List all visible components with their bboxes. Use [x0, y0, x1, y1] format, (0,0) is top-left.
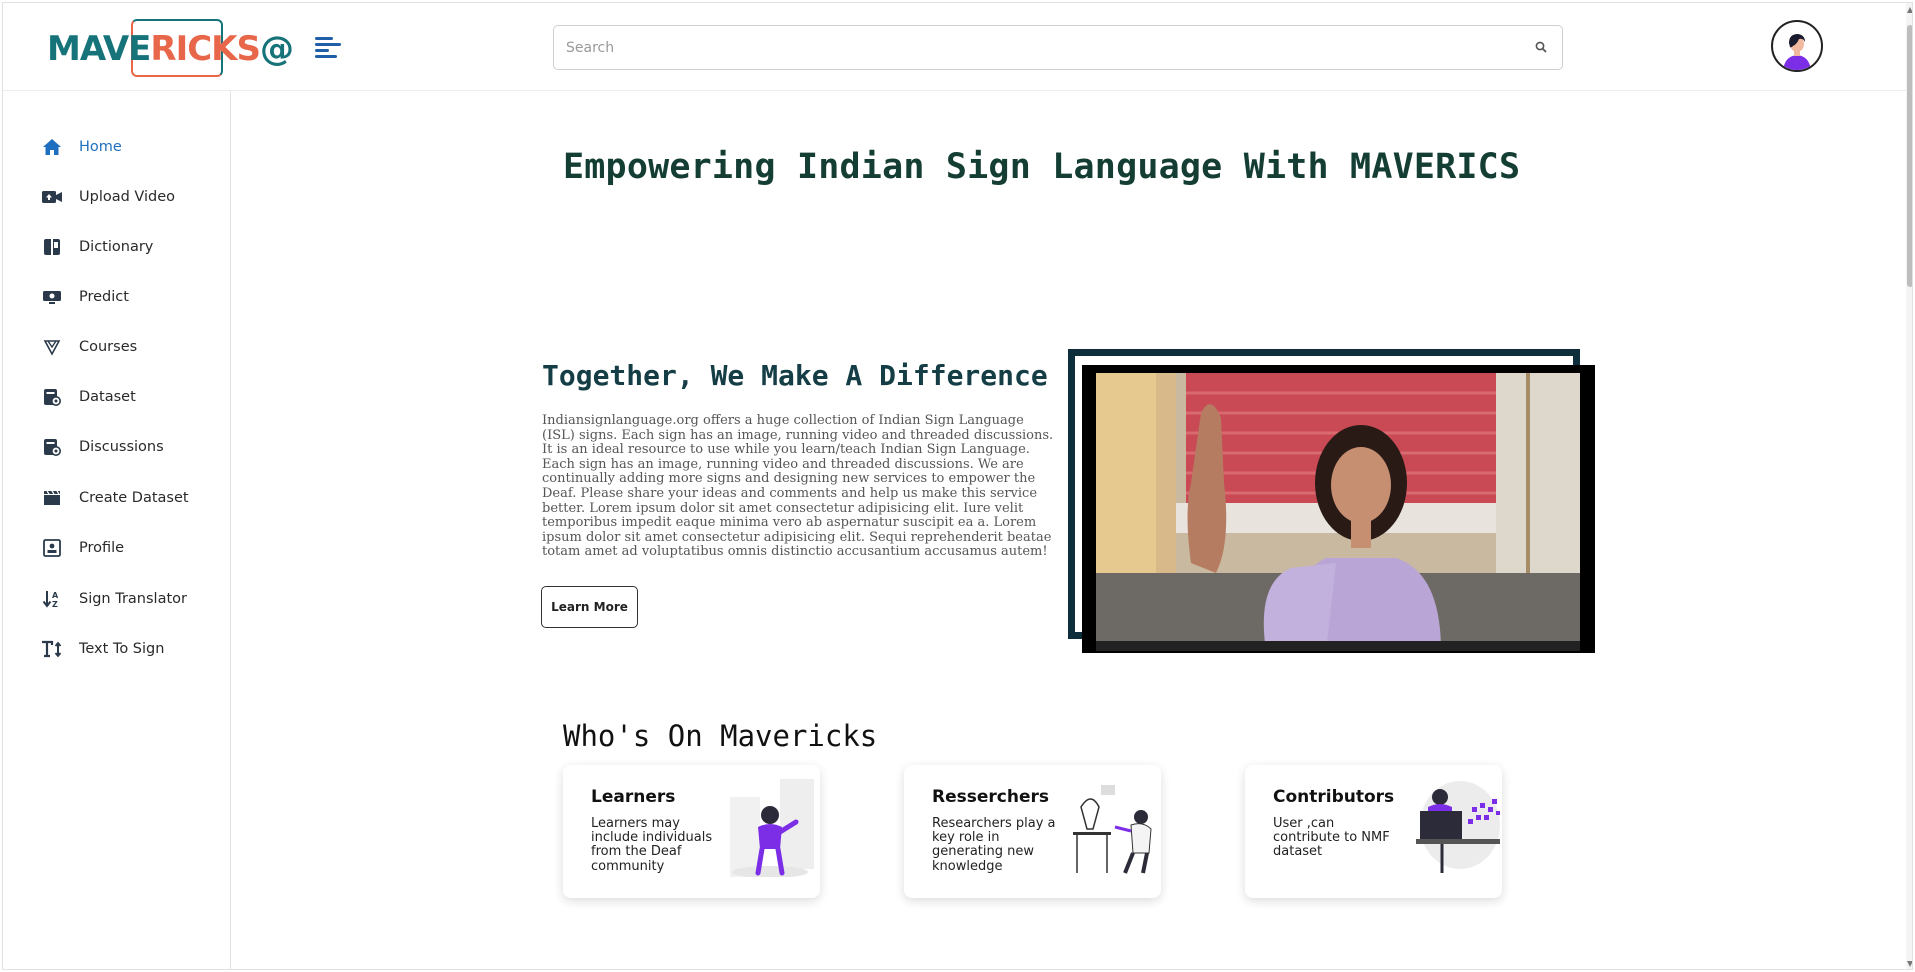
app-window: MAVERICKS@ Search Home Upload Video Dict…	[2, 2, 1913, 970]
sidebar-item-label: Create Dataset	[79, 490, 189, 506]
video-upload-icon	[41, 186, 63, 208]
sidebar-item-label: Courses	[79, 339, 138, 355]
sidebar-item-label: Upload Video	[79, 189, 176, 205]
predict-icon	[41, 286, 63, 308]
researcher-illustration-icon	[1073, 785, 1152, 874]
contributor-illustration-icon	[1416, 781, 1500, 873]
profile-icon	[41, 537, 63, 559]
sidebar-item-label: Text To Sign	[79, 641, 165, 657]
menu-toggle-icon[interactable]	[315, 37, 341, 59]
sidebar-item-create-dataset[interactable]: Create Dataset	[41, 483, 221, 513]
sidebar-item-label: Home	[79, 139, 122, 155]
user-avatar[interactable]	[1771, 20, 1823, 72]
contributors-card[interactable]: Contributors User ,can contribute to NMF…	[1245, 765, 1502, 898]
video-player[interactable]	[1082, 365, 1595, 653]
home-icon	[41, 136, 63, 158]
section-divider	[563, 969, 1583, 970]
dataset-icon	[41, 386, 63, 408]
sidebar-item-label: Dictionary	[79, 239, 154, 255]
sidebar-item-upload-video[interactable]: Upload Video	[41, 182, 221, 212]
book-icon	[41, 236, 63, 258]
top-header: MAVERICKS@	[3, 3, 1912, 91]
card-title: Learners	[591, 787, 676, 807]
sidebar-item-courses[interactable]: Courses	[41, 332, 221, 362]
sidebar-item-label: Predict	[79, 289, 129, 305]
sort-az-icon: AZ	[41, 588, 63, 610]
who-section-title: Who's On Mavericks	[563, 719, 878, 753]
card-description: Researchers play a key role in generatin…	[932, 816, 1056, 874]
card-description: User ,can contribute to NMF dataset	[1273, 816, 1390, 860]
sidebar-item-dataset[interactable]: Dataset	[41, 382, 221, 412]
svg-text:A: A	[52, 591, 59, 600]
clapper-icon	[41, 487, 63, 509]
scrollbar-thumb[interactable]	[1907, 25, 1912, 287]
sign-video-preview	[1096, 373, 1580, 651]
section-title: Together, We Make A Difference	[542, 359, 1048, 392]
mavericks-logo[interactable]: MAVERICKS@	[43, 17, 294, 79]
learners-card[interactable]: Learners Learners may include individual…	[563, 765, 820, 898]
courses-icon	[41, 336, 63, 358]
sidebar-item-profile[interactable]: Profile	[41, 533, 221, 563]
svg-text:Z: Z	[52, 600, 58, 609]
scroll-down-icon[interactable]	[1907, 961, 1912, 967]
sidebar-item-predict[interactable]: Predict	[41, 282, 221, 312]
scroll-up-icon[interactable]	[1907, 7, 1912, 13]
sidebar-item-label: Profile	[79, 540, 125, 556]
text-size-icon	[41, 638, 63, 660]
sidebar-item-label: Discussions	[79, 439, 164, 455]
logo-text: MAVERICKS@	[47, 29, 294, 69]
sidebar-item-home[interactable]: Home	[41, 132, 221, 162]
avatar-person-icon	[1783, 34, 1811, 70]
hero-title: Empowering Indian Sign Language With MAV…	[563, 147, 1521, 187]
page-scrollbar[interactable]	[1906, 3, 1912, 969]
sidebar-item-label: Sign Translator	[79, 591, 187, 607]
search-input[interactable]	[566, 34, 1496, 62]
researchers-card[interactable]: Resserchers Researchers play a key role …	[904, 765, 1161, 898]
card-title: Contributors	[1273, 787, 1395, 807]
discussions-icon	[41, 436, 63, 458]
sidebar-item-text-to-sign[interactable]: Text To Sign	[41, 634, 221, 664]
sidebar-item-dictionary[interactable]: Dictionary	[41, 232, 221, 262]
search-icon[interactable]	[1534, 40, 1548, 54]
card-description: Learners may include individuals from th…	[591, 816, 713, 874]
main-content: Empowering Indian Sign Language With MAV…	[232, 91, 1912, 970]
learner-illustration-icon	[730, 779, 814, 877]
sidebar-item-discussions[interactable]: Discussions	[41, 432, 221, 462]
sidebar: Home Upload Video Dictionary Predict Cou…	[3, 91, 231, 969]
sidebar-item-label: Dataset	[79, 389, 136, 405]
card-title: Resserchers	[932, 787, 1049, 807]
search-box	[553, 25, 1563, 70]
learn-more-button[interactable]: Learn More	[541, 586, 638, 628]
sidebar-item-sign-translator[interactable]: AZ Sign Translator	[41, 584, 221, 614]
section-text: Indiansignlanguage.org offers a huge col…	[542, 413, 1054, 560]
